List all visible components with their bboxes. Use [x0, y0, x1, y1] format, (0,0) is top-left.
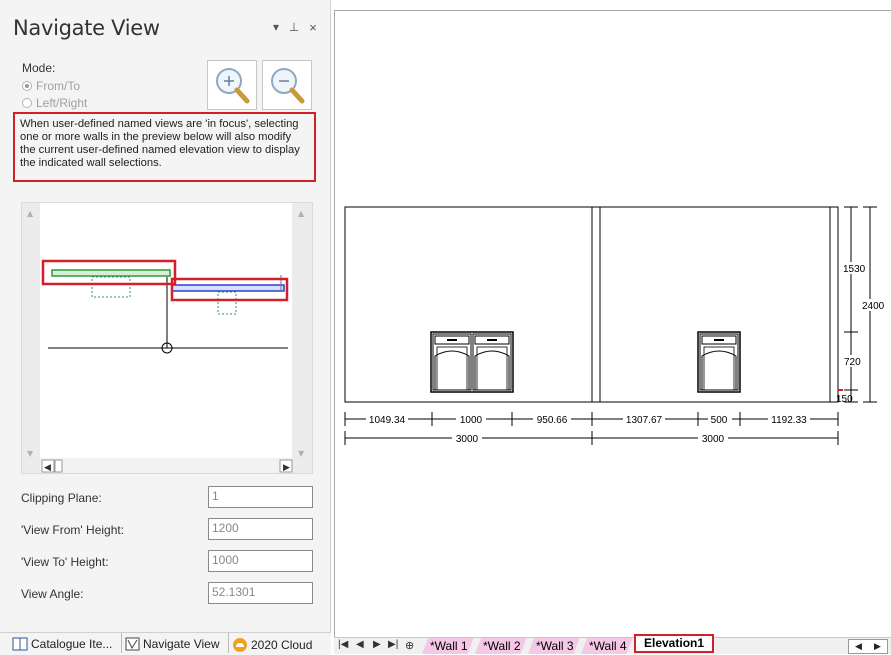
radio-left-right[interactable]: [22, 98, 32, 108]
mode-option-left-right[interactable]: Left/Right: [22, 96, 87, 110]
tab-catalogue-items[interactable]: Catalogue Ite...: [12, 637, 112, 651]
zoom-in-icon: [216, 68, 250, 104]
dim-label: 1530: [843, 264, 866, 275]
dim-label: 150: [836, 394, 853, 405]
cabinet-outline: [91, 276, 131, 298]
dim-label: 500: [711, 415, 728, 426]
clipping-plane-field[interactable]: 1: [208, 486, 313, 508]
preview-horizontal-scrollbar[interactable]: [40, 458, 292, 473]
dim-label: 1049.34: [369, 415, 406, 426]
scroll-left-icon[interactable]: ◀: [855, 641, 862, 652]
tab-label: Navigate View: [143, 637, 220, 651]
first-sheet-icon[interactable]: |◀: [338, 639, 348, 650]
view-from-height-field[interactable]: 1200: [208, 518, 313, 540]
tab-wall-4[interactable]: *Wall 4: [581, 638, 633, 654]
dim-label: 1192.33: [771, 415, 807, 426]
base-cabinet-single[interactable]: [697, 331, 741, 393]
tab-label: 2020 Cloud: [251, 638, 313, 652]
view-to-height-field[interactable]: 1000: [208, 550, 313, 572]
scroll-right-icon[interactable]: ▶: [874, 641, 881, 652]
clipping-plane-label: Clipping Plane:: [21, 491, 102, 505]
dimension-row-2: [344, 431, 839, 445]
dim-label: 2400: [862, 301, 885, 312]
dim-label: 720: [844, 357, 861, 368]
mode-label: Mode:: [22, 61, 56, 75]
dim-label: 1307.67: [626, 415, 663, 426]
panel-title: Navigate View: [13, 16, 160, 40]
pin-icon[interactable]: ⊥: [288, 20, 300, 34]
last-sheet-icon[interactable]: ▶|: [388, 639, 398, 650]
view-angle-field[interactable]: 52.1301: [208, 582, 313, 604]
plan-preview[interactable]: ▲ ▼ ▲ ▼ ◀ ▶: [21, 202, 313, 474]
svg-text:▼: ▼: [27, 449, 34, 458]
plan-preview-canvas[interactable]: ▲ ▼ ▲ ▼ ◀ ▶: [22, 203, 312, 473]
radio-from-to[interactable]: [22, 81, 32, 91]
svg-text:▲: ▲: [27, 209, 34, 218]
horizontal-scroll-control[interactable]: ◀ ▶: [848, 639, 888, 654]
info-note: When user-defined named views are 'in fo…: [13, 112, 316, 182]
tab-navigate-view[interactable]: Navigate View: [125, 637, 220, 651]
wall-end: [591, 206, 601, 403]
tab-wall-3[interactable]: *Wall 3: [528, 638, 580, 654]
svg-text:▶: ▶: [283, 463, 290, 473]
dim-label: 3000: [456, 434, 479, 445]
dim-label: 3000: [702, 434, 725, 445]
svg-text:▲: ▲: [298, 209, 305, 218]
wall-end: [829, 206, 839, 403]
close-icon[interactable]: ×: [307, 20, 319, 35]
navigate-view-icon: [125, 637, 140, 651]
tab-label: Catalogue Ite...: [31, 637, 113, 651]
cabinet-outline: [217, 291, 237, 315]
wall-green-selected[interactable]: [51, 269, 171, 277]
dim-label: 1000: [460, 415, 483, 426]
tab-elevation1[interactable]: Elevation1: [634, 634, 715, 653]
svg-text:▼: ▼: [298, 449, 305, 458]
navigate-view-panel: Navigate View ▾ ⊥ × Mode: From/To Left/R…: [0, 0, 331, 655]
mode-option-from-to[interactable]: From/To: [22, 79, 80, 93]
cloud-icon: [233, 638, 247, 652]
tab-2020-cloud[interactable]: 2020 Cloud: [232, 637, 312, 653]
preview-vertical-scrollbar-left[interactable]: [22, 203, 40, 473]
view-angle-label: View Angle:: [21, 587, 84, 601]
tab-wall-2[interactable]: *Wall 2: [475, 638, 527, 654]
view-to-height-label: 'View To' Height:: [21, 555, 109, 569]
scroll-thumb[interactable]: [54, 459, 63, 473]
view-from-height-label: 'View From' Height:: [21, 523, 125, 537]
svg-text:◀: ◀: [44, 463, 51, 473]
catalogue-book-icon: [12, 637, 28, 651]
dim-label: 950.66: [537, 415, 568, 426]
zoom-out-icon: [271, 68, 305, 104]
base-cabinet-double[interactable]: [430, 331, 514, 393]
zoom-in-button[interactable]: [207, 60, 257, 110]
elevation-drawing: 1049.34 1000 950.66 1307.67 500 1192.33 …: [344, 206, 887, 445]
tab-wall-1[interactable]: *Wall 1: [422, 638, 474, 654]
panel-menu-chevron-icon[interactable]: ▾: [270, 20, 282, 34]
preview-vertical-scrollbar[interactable]: [292, 203, 312, 473]
wall-blue-selected[interactable]: [171, 284, 285, 292]
mode-option-label: From/To: [36, 79, 81, 93]
zoom-out-button[interactable]: [262, 60, 312, 110]
add-sheet-icon[interactable]: ⊕: [405, 639, 414, 652]
prev-sheet-icon[interactable]: ◀: [356, 639, 364, 650]
dimension-row-1: [344, 412, 839, 426]
mode-option-label: Left/Right: [36, 96, 88, 110]
next-sheet-icon[interactable]: ▶: [373, 639, 381, 650]
